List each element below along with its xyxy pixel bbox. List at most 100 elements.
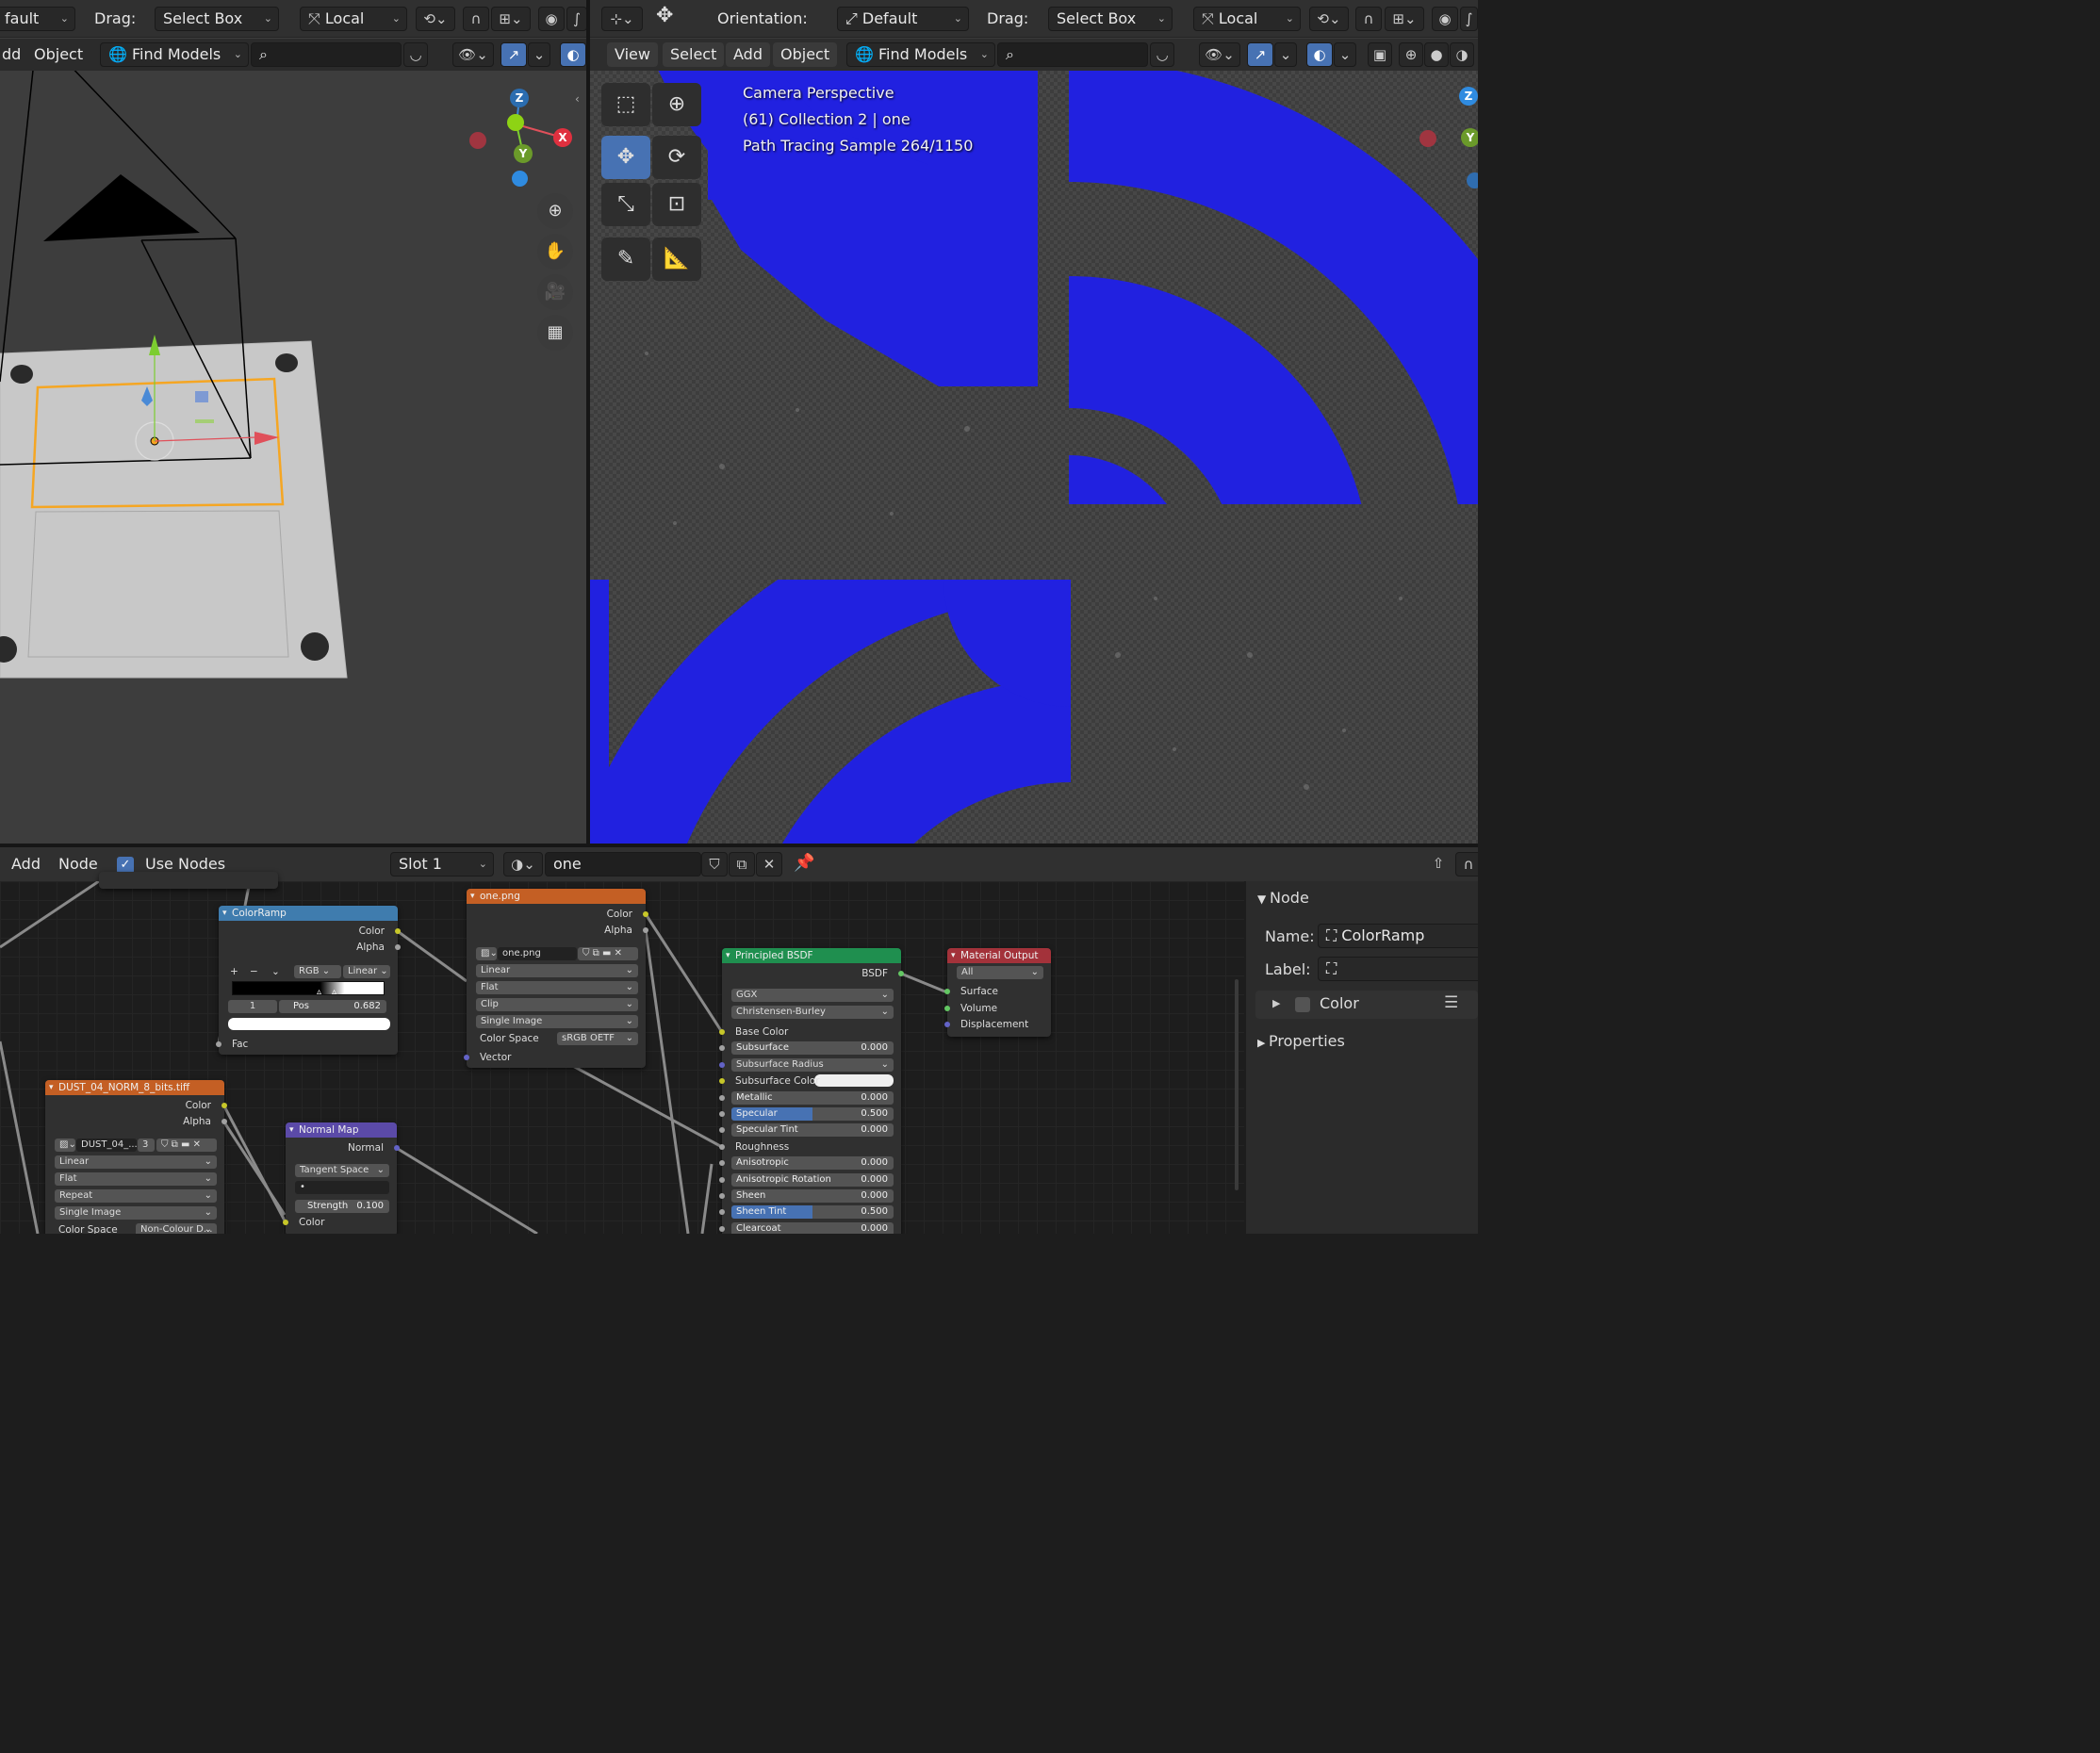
- colorramp-stop-handle[interactable]: ▵: [317, 987, 321, 997]
- image-one-browse-icon[interactable]: ▨⌄: [476, 947, 497, 960]
- snap-target-icon[interactable]: ⊞⌄: [491, 7, 531, 31]
- image-one-header[interactable]: one.png: [467, 889, 646, 904]
- orientation-dropdown[interactable]: ⤢ Default ⌄: [837, 7, 969, 31]
- bsdf-subsurface-color-swatch[interactable]: [814, 1074, 894, 1088]
- camera-view-icon[interactable]: 🎥: [537, 274, 573, 310]
- image-dust-interp-dropdown[interactable]: Linear ⌄: [55, 1155, 217, 1169]
- cursor-tool-icon[interactable]: ⊕: [652, 83, 701, 126]
- image-dust-ext-dropdown[interactable]: Repeat ⌄: [55, 1189, 217, 1203]
- gizmo-z-positive[interactable]: Z: [510, 89, 529, 107]
- pin-icon[interactable]: 📌: [794, 853, 814, 873]
- search-clear-icon[interactable]: ◡: [403, 42, 428, 67]
- node-colorramp[interactable]: ColorRamp Color Alpha + − ⌄ RGB ⌄ Linear…: [216, 906, 401, 1055]
- snap-node-icon[interactable]: ∩: [1455, 852, 1478, 876]
- image-one-proj-dropdown[interactable]: Flat ⌄: [476, 981, 638, 994]
- proportional-edit-icon[interactable]: ◉: [538, 7, 565, 31]
- collapse-toolbar-icon[interactable]: ‹: [575, 92, 580, 106]
- perspective-grid-icon[interactable]: ▦: [537, 315, 573, 351]
- overlay-toggle-icon-right[interactable]: ◐: [1306, 42, 1333, 67]
- bsdf-header[interactable]: Principled BSDF: [722, 948, 901, 963]
- colorramp-add-stop-button[interactable]: +: [230, 965, 238, 978]
- fake-user-icon[interactable]: ⛉: [701, 852, 728, 876]
- gizmo-z-negative-right[interactable]: [1467, 172, 1478, 188]
- bsdf-input-socket[interactable]: [719, 1078, 725, 1085]
- output-volume-socket[interactable]: [944, 1006, 950, 1011]
- colorramp-out-color-socket[interactable]: [395, 928, 401, 934]
- search-input-right[interactable]: ⌕: [997, 42, 1148, 67]
- transform-orientation-dropdown[interactable]: ⤧ Local ⌄: [300, 7, 407, 31]
- color-presets-icon[interactable]: ☰: [1444, 993, 1458, 1012]
- menu-view[interactable]: View: [607, 42, 658, 67]
- rotate-tool-icon[interactable]: ⟳: [652, 136, 701, 179]
- solid-shading-icon[interactable]: ●: [1424, 42, 1449, 67]
- image-dust-out-alpha-socket[interactable]: [221, 1119, 227, 1124]
- bsdf-input-socket[interactable]: [719, 1127, 725, 1134]
- image-one-source-dropdown[interactable]: Single Image ⌄: [476, 1015, 638, 1028]
- node-name-field[interactable]: ⛶ ColorRamp: [1318, 924, 1478, 948]
- bsdf-input-socket[interactable]: [719, 1111, 725, 1117]
- bsdf-input-socket[interactable]: [719, 1160, 725, 1167]
- image-dust-out-color-socket[interactable]: [221, 1103, 227, 1108]
- material-shading-icon[interactable]: ◑: [1450, 42, 1474, 67]
- image-dust-users[interactable]: 3: [138, 1139, 155, 1152]
- normalmap-uvmap-field[interactable]: •: [295, 1181, 389, 1194]
- image-one-ext-dropdown[interactable]: Clip ⌄: [476, 998, 638, 1011]
- bsdf-input-anisotropic[interactable]: Anisotropic 0.000: [731, 1156, 894, 1171]
- overlay-dropdown-icon-right[interactable]: ⌄: [1334, 42, 1356, 67]
- parent-node-tree-icon[interactable]: ⇧: [1425, 852, 1452, 876]
- snap-icon[interactable]: ∩: [463, 7, 489, 31]
- bsdf-input-socket[interactable]: [719, 1045, 725, 1052]
- image-dust-proj-dropdown[interactable]: Flat ⌄: [55, 1172, 217, 1186]
- node-menu-node[interactable]: Node: [51, 852, 106, 876]
- colorramp-header[interactable]: ColorRamp: [219, 906, 398, 921]
- material-browse-icon[interactable]: ◑⌄: [503, 852, 543, 876]
- snap-target-icon-right[interactable]: ⊞⌄: [1385, 7, 1424, 31]
- bsdf-input-metallic[interactable]: Metallic 0.000: [731, 1090, 894, 1105]
- snap-icon-right[interactable]: ∩: [1355, 7, 1382, 31]
- transform-tool-icon[interactable]: ⊡: [652, 183, 701, 226]
- image-one-interp-dropdown[interactable]: Linear ⌄: [476, 964, 638, 977]
- bsdf-sss-method-dropdown[interactable]: Christensen-Burley ⌄: [731, 1006, 894, 1019]
- gizmo-y-positive-right[interactable]: Y: [1461, 128, 1478, 147]
- menu-object[interactable]: Object: [26, 42, 90, 67]
- scale-tool-icon[interactable]: ⤡: [601, 183, 650, 226]
- navigation-gizmo[interactable]: X Y Z: [462, 85, 584, 188]
- gizmo-dropdown-icon-right[interactable]: ⌄: [1274, 42, 1297, 67]
- gizmo-dropdown-icon[interactable]: ⌄: [528, 42, 550, 67]
- find-models-dropdown[interactable]: 🌐 Find Models ⌄: [100, 42, 249, 67]
- bsdf-out-socket[interactable]: [898, 971, 904, 976]
- bsdf-input-clearcoat[interactable]: Clearcoat 0.000: [731, 1221, 894, 1234]
- colorramp-pos-field[interactable]: Pos 0.682: [279, 1000, 386, 1013]
- color-subpanel[interactable]: ▶ Color ☰: [1255, 991, 1478, 1019]
- visibility-icon[interactable]: 👁⌄: [452, 42, 494, 67]
- image-dust-browse-icon[interactable]: ▨⌄: [55, 1139, 75, 1152]
- bsdf-input-sheen[interactable]: Sheen 0.000: [731, 1189, 894, 1203]
- image-one-in-vector-socket[interactable]: [464, 1055, 469, 1060]
- normalmap-out-socket[interactable]: [394, 1145, 400, 1151]
- bsdf-input-socket[interactable]: [719, 1176, 725, 1183]
- falloff-icon-right[interactable]: ∫: [1460, 7, 1478, 31]
- bsdf-input-socket[interactable]: [719, 1225, 725, 1232]
- normalmap-header[interactable]: Normal Map: [286, 1122, 397, 1138]
- search-clear-icon-right[interactable]: ◡: [1150, 42, 1174, 67]
- bsdf-input-subsurface-radius[interactable]: Subsurface Radius ⌄: [731, 1057, 894, 1072]
- output-displacement-socket[interactable]: [944, 1022, 950, 1027]
- colorramp-stop-handle-active[interactable]: ▵: [332, 987, 336, 997]
- mode-dropdown[interactable]: fault ⌄: [0, 7, 75, 31]
- search-input[interactable]: ⌕: [251, 42, 402, 67]
- falloff-icon[interactable]: ∫: [566, 7, 587, 31]
- pivot-icon-right[interactable]: ⟲⌄: [1309, 7, 1349, 31]
- xray-icon[interactable]: ▣: [1368, 42, 1392, 67]
- output-surface-socket[interactable]: [944, 989, 950, 994]
- pan-hand-icon[interactable]: ✋: [537, 234, 573, 270]
- image-one-actions[interactable]: ⛉ ⧉ ▬ ✕: [578, 947, 638, 960]
- slot-dropdown[interactable]: Slot 1 ⌄: [390, 852, 494, 876]
- colorramp-interp-dropdown[interactable]: Linear ⌄: [343, 965, 390, 978]
- colorramp-out-alpha-socket[interactable]: [395, 944, 401, 950]
- normalmap-in-color-socket[interactable]: [283, 1220, 288, 1225]
- image-dust-cs-dropdown[interactable]: Non-Colour D... ⌄: [136, 1223, 217, 1234]
- output-target-dropdown[interactable]: All ⌄: [957, 966, 1043, 979]
- unlink-material-icon[interactable]: ✕: [756, 852, 782, 876]
- annotate-tool-icon[interactable]: ✎: [601, 238, 650, 281]
- node-editor[interactable]: Add Node ✓ Use Nodes Slot 1 ⌄ ◑⌄ one ⛉ ⧉ …: [0, 847, 1478, 1234]
